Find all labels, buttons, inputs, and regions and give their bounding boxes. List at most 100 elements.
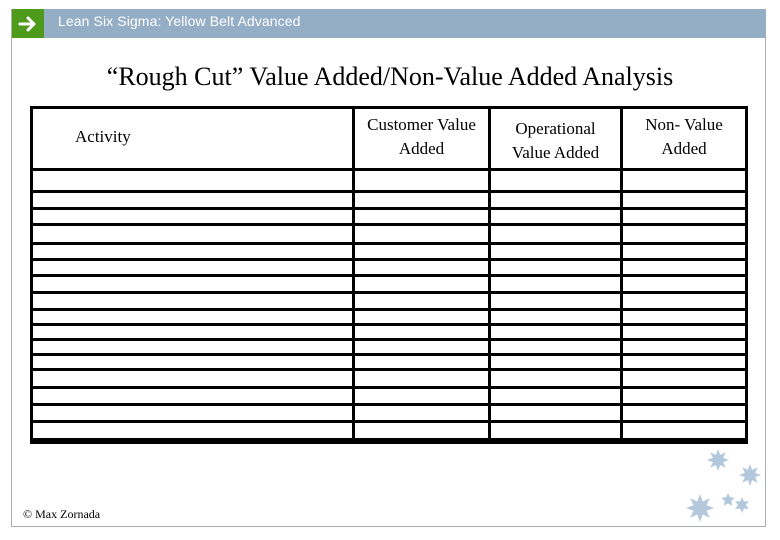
- table-row: [30, 308, 748, 326]
- table-cell[interactable]: [352, 207, 491, 226]
- table-cell[interactable]: [488, 190, 623, 210]
- table-cell[interactable]: [352, 274, 491, 294]
- table-cell[interactable]: [352, 190, 491, 210]
- column-header-label-line1: Non- Value: [645, 115, 723, 134]
- table-cell[interactable]: [488, 207, 623, 226]
- table-cell[interactable]: [30, 168, 355, 193]
- table-cell[interactable]: [488, 168, 623, 193]
- star-icon: [735, 497, 749, 513]
- table-row: [30, 338, 748, 356]
- column-header-label-line2: Value Added: [511, 143, 600, 162]
- table-cell[interactable]: [352, 323, 491, 341]
- table-cell[interactable]: [30, 368, 355, 389]
- table-cell[interactable]: [488, 338, 623, 356]
- column-header-label-line2: Added: [398, 139, 445, 158]
- table-cell[interactable]: [488, 420, 623, 441]
- table-cell[interactable]: [30, 258, 355, 277]
- table-cell[interactable]: [30, 353, 355, 371]
- star-icon: [721, 493, 735, 506]
- table-cell[interactable]: [352, 291, 491, 311]
- column-header-label: Activity: [75, 126, 131, 146]
- table-cell[interactable]: [352, 242, 491, 261]
- table-cell[interactable]: [488, 438, 623, 444]
- stars-icon: [686, 449, 761, 522]
- table-cell[interactable]: [352, 403, 491, 423]
- table-cell[interactable]: [488, 323, 623, 341]
- table-cell[interactable]: [620, 258, 748, 277]
- table-cell[interactable]: [30, 207, 355, 226]
- table-cell[interactable]: [488, 291, 623, 311]
- table-row: [30, 258, 748, 277]
- column-header-operational-value-added: Operational Value Added: [488, 106, 623, 171]
- table-cell[interactable]: [620, 353, 748, 371]
- table-cell[interactable]: [30, 420, 355, 441]
- table-cell[interactable]: [352, 338, 491, 356]
- table-row: [30, 438, 748, 444]
- table-cell[interactable]: [30, 190, 355, 210]
- column-header-label-line1: Operational: [515, 119, 596, 138]
- table-cell[interactable]: [488, 242, 623, 261]
- table-row: [30, 223, 748, 245]
- table-cell[interactable]: [30, 223, 355, 245]
- table-row: [30, 190, 748, 210]
- table-row: [30, 242, 748, 261]
- table-cell[interactable]: [488, 353, 623, 371]
- table-cell[interactable]: [352, 353, 491, 371]
- course-title: Lean Six Sigma: Yellow Belt Advanced: [58, 13, 301, 29]
- table-body: [30, 168, 748, 444]
- column-header-customer-value-added: Customer Value Added: [352, 106, 491, 171]
- table-cell[interactable]: [352, 258, 491, 277]
- table-row: [30, 368, 748, 389]
- table-cell[interactable]: [620, 190, 748, 210]
- slide-title: “Rough Cut” Value Added/Non-Value Added …: [106, 62, 674, 91]
- table-cell[interactable]: [30, 438, 355, 444]
- table-cell[interactable]: [488, 258, 623, 277]
- table-cell[interactable]: [488, 308, 623, 326]
- table-cell[interactable]: [30, 338, 355, 356]
- table-cell[interactable]: [30, 242, 355, 261]
- table-cell[interactable]: [352, 386, 491, 406]
- table-row: [30, 353, 748, 371]
- table-cell[interactable]: [620, 323, 748, 341]
- table-row: [30, 403, 748, 423]
- table-cell[interactable]: [620, 223, 748, 245]
- table-cell[interactable]: [30, 323, 355, 341]
- table-cell[interactable]: [30, 403, 355, 423]
- table-row: [30, 386, 748, 406]
- table-cell[interactable]: [352, 420, 491, 441]
- column-header-label-line2: Added: [661, 139, 707, 158]
- arrow-right-icon: [12, 9, 44, 38]
- table-cell[interactable]: [620, 368, 748, 389]
- table-cell[interactable]: [352, 368, 491, 389]
- table-cell[interactable]: [620, 403, 748, 423]
- table-cell[interactable]: [352, 308, 491, 326]
- table-row: [30, 207, 748, 226]
- table-cell[interactable]: [620, 386, 748, 406]
- star-icon: [707, 449, 729, 471]
- table-cell[interactable]: [620, 308, 748, 326]
- table-cell[interactable]: [30, 308, 355, 326]
- table-cell[interactable]: [488, 368, 623, 389]
- table-row: [30, 291, 748, 311]
- table-row: [30, 420, 748, 441]
- table-row: [30, 323, 748, 341]
- table-cell[interactable]: [620, 207, 748, 226]
- value-added-analysis-table: Activity Customer Value Added Operationa…: [30, 106, 748, 444]
- table-cell[interactable]: [620, 168, 748, 193]
- table-cell[interactable]: [620, 274, 748, 294]
- table-cell[interactable]: [30, 386, 355, 406]
- table-cell[interactable]: [30, 291, 355, 311]
- table-cell[interactable]: [352, 223, 491, 245]
- table-cell[interactable]: [352, 438, 491, 444]
- column-header-label-line1: Customer Value: [367, 115, 476, 134]
- table-cell[interactable]: [620, 338, 748, 356]
- table-cell[interactable]: [620, 291, 748, 311]
- table-cell[interactable]: [488, 274, 623, 294]
- table-cell[interactable]: [30, 274, 355, 294]
- table-cell[interactable]: [488, 223, 623, 245]
- table-header-row: Activity Customer Value Added Operationa…: [30, 106, 748, 171]
- table-cell[interactable]: [352, 168, 491, 193]
- table-cell[interactable]: [488, 403, 623, 423]
- table-cell[interactable]: [620, 242, 748, 261]
- table-cell[interactable]: [488, 386, 623, 406]
